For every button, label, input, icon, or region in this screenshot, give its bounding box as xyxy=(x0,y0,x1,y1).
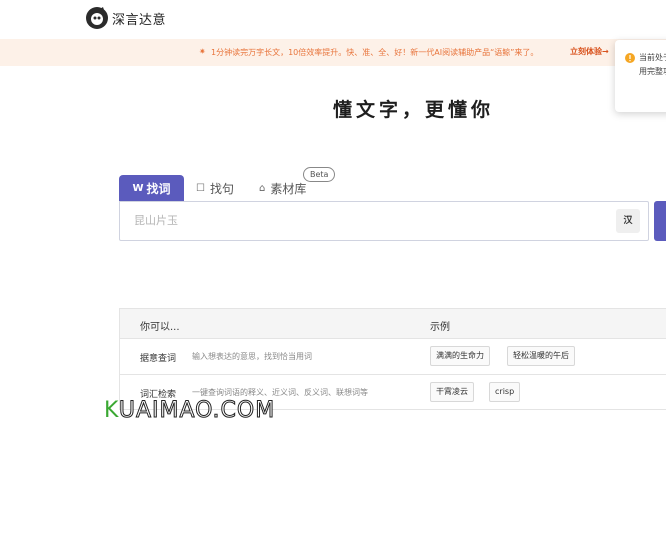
star-icon: ✷ xyxy=(199,47,206,56)
examples-header-label: 示例 xyxy=(430,322,450,333)
row-description: 一键查询词语的释义、近义词、反义词、联想词等 xyxy=(192,388,368,397)
try-now-link[interactable]: 立刻体验→ xyxy=(570,46,609,57)
beta-badge: Beta xyxy=(303,167,336,182)
example-chip[interactable]: 轻松温暖的午后 xyxy=(507,346,575,366)
example-chip[interactable]: crisp xyxy=(489,382,521,402)
library-icon: ⌂ xyxy=(259,183,266,194)
ime-toggle-button[interactable]: 汉 xyxy=(616,209,640,233)
watermark-first-letter: K xyxy=(104,398,119,423)
brand-name: 深言达意 xyxy=(112,12,167,28)
search-box xyxy=(119,201,649,241)
banner-text: 1分钟读完万字长文，10倍效率提升。快、准、全、好！新一代AI阅读辅助产品“语鲸… xyxy=(211,48,539,57)
tab-label: 素材库 xyxy=(270,182,307,196)
watermark-rest: UAIMAO.COM xyxy=(118,398,276,424)
tab-label: 找词 xyxy=(146,181,171,196)
search-button[interactable] xyxy=(654,201,666,241)
tab-find-word[interactable]: W 找词 xyxy=(119,175,184,201)
page-slogan: 懂文字，更懂你 xyxy=(333,99,495,121)
word-icon: W xyxy=(132,182,144,194)
logo-icon xyxy=(86,7,108,29)
tab-label: 找句 xyxy=(209,182,234,196)
example-chip[interactable]: 满满的生命力 xyxy=(430,346,490,366)
tab-materials[interactable]: ⌂ 素材库 xyxy=(259,180,306,197)
table-row: 据意查词 输入想表达的意思，找到恰当用词 满满的生命力 轻松温暖的午后 xyxy=(120,339,666,375)
example-chip[interactable]: 干霄凌云 xyxy=(430,382,474,402)
hints-header-label: 你可以... xyxy=(140,322,180,333)
notice-toast: 当前处于 用完整功 xyxy=(615,40,666,112)
promo-banner: ✷ 1分钟读完万字长文，10倍效率提升。快、准、全、好！新一代AI阅读辅助产品“… xyxy=(0,39,666,66)
tab-find-sentence[interactable]: ☐ 找句 xyxy=(196,180,234,197)
toast-text-line2: 用完整功 xyxy=(639,67,666,76)
top-header: 深言达意 xyxy=(0,0,666,38)
row-title: 据意查词 xyxy=(140,354,177,364)
watermark: KUAIMAO.COM xyxy=(104,398,276,424)
sentence-icon: ☐ xyxy=(196,183,205,194)
warning-icon xyxy=(625,53,635,63)
usage-hints-table: 你可以... 示例 据意查词 输入想表达的意思，找到恰当用词 满满的生命力 轻松… xyxy=(119,308,666,410)
row-description: 输入想表达的意思，找到恰当用词 xyxy=(192,352,312,361)
hints-header: 你可以... 示例 xyxy=(120,309,666,339)
search-input[interactable] xyxy=(134,214,534,227)
brand-logo[interactable]: 深言达意 xyxy=(85,6,166,30)
toast-text-line1: 当前处于 xyxy=(639,53,666,62)
